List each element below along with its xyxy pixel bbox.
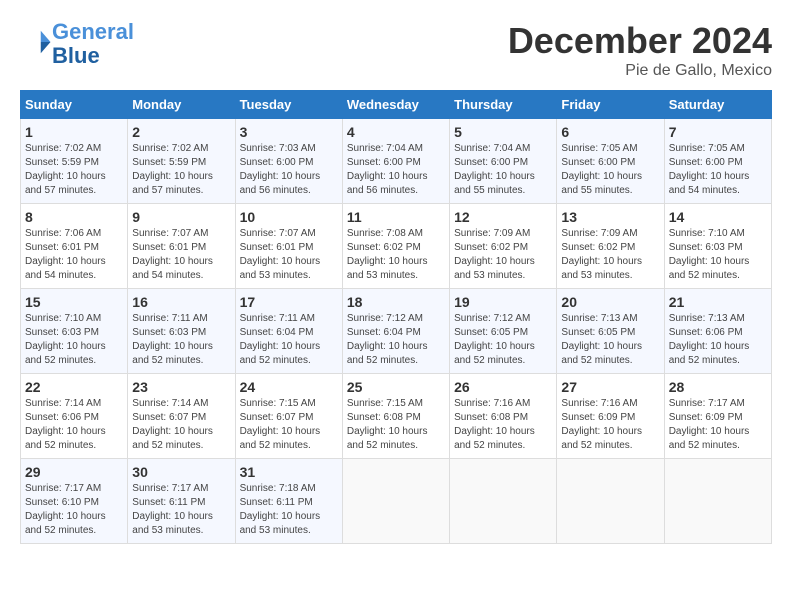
calendar-week-2: 8Sunrise: 7:06 AMSunset: 6:01 PMDaylight… [21,204,772,289]
weekday-header-friday: Friday [557,91,664,119]
calendar-day-14: 14Sunrise: 7:10 AMSunset: 6:03 PMDayligh… [664,204,771,289]
calendar-day-22: 22Sunrise: 7:14 AMSunset: 6:06 PMDayligh… [21,374,128,459]
weekday-header-thursday: Thursday [450,91,557,119]
calendar-day-25: 25Sunrise: 7:15 AMSunset: 6:08 PMDayligh… [342,374,449,459]
calendar-day-13: 13Sunrise: 7:09 AMSunset: 6:02 PMDayligh… [557,204,664,289]
calendar-day-9: 9Sunrise: 7:07 AMSunset: 6:01 PMDaylight… [128,204,235,289]
page-header: GeneralBlue December 2024 Pie de Gallo, … [20,20,772,80]
calendar-body: 1Sunrise: 7:02 AMSunset: 5:59 PMDaylight… [21,119,772,544]
weekday-header-tuesday: Tuesday [235,91,342,119]
calendar-day-27: 27Sunrise: 7:16 AMSunset: 6:09 PMDayligh… [557,374,664,459]
calendar-day-20: 20Sunrise: 7:13 AMSunset: 6:05 PMDayligh… [557,289,664,374]
calendar-header: SundayMondayTuesdayWednesdayThursdayFrid… [21,91,772,119]
calendar-day-23: 23Sunrise: 7:14 AMSunset: 6:07 PMDayligh… [128,374,235,459]
calendar-day-24: 24Sunrise: 7:15 AMSunset: 6:07 PMDayligh… [235,374,342,459]
calendar-day-1: 1Sunrise: 7:02 AMSunset: 5:59 PMDaylight… [21,119,128,204]
calendar-day-5: 5Sunrise: 7:04 AMSunset: 6:00 PMDaylight… [450,119,557,204]
calendar-day-31: 31Sunrise: 7:18 AMSunset: 6:11 PMDayligh… [235,459,342,544]
calendar-day-16: 16Sunrise: 7:11 AMSunset: 6:03 PMDayligh… [128,289,235,374]
calendar-day-8: 8Sunrise: 7:06 AMSunset: 6:01 PMDaylight… [21,204,128,289]
calendar-day-26: 26Sunrise: 7:16 AMSunset: 6:08 PMDayligh… [450,374,557,459]
calendar-day-2: 2Sunrise: 7:02 AMSunset: 5:59 PMDaylight… [128,119,235,204]
weekday-header-row: SundayMondayTuesdayWednesdayThursdayFrid… [21,91,772,119]
logo-text: GeneralBlue [52,20,134,68]
weekday-header-sunday: Sunday [21,91,128,119]
calendar-day-11: 11Sunrise: 7:08 AMSunset: 6:02 PMDayligh… [342,204,449,289]
calendar-empty [450,459,557,544]
location: Pie de Gallo, Mexico [508,62,772,80]
calendar-table: SundayMondayTuesdayWednesdayThursdayFrid… [20,90,772,544]
calendar-empty [664,459,771,544]
calendar-day-18: 18Sunrise: 7:12 AMSunset: 6:04 PMDayligh… [342,289,449,374]
calendar-week-3: 15Sunrise: 7:10 AMSunset: 6:03 PMDayligh… [21,289,772,374]
calendar-day-4: 4Sunrise: 7:04 AMSunset: 6:00 PMDaylight… [342,119,449,204]
calendar-day-17: 17Sunrise: 7:11 AMSunset: 6:04 PMDayligh… [235,289,342,374]
title-section: December 2024 Pie de Gallo, Mexico [508,20,772,80]
calendar-day-29: 29Sunrise: 7:17 AMSunset: 6:10 PMDayligh… [21,459,128,544]
calendar-week-4: 22Sunrise: 7:14 AMSunset: 6:06 PMDayligh… [21,374,772,459]
calendar-day-12: 12Sunrise: 7:09 AMSunset: 6:02 PMDayligh… [450,204,557,289]
calendar-week-1: 1Sunrise: 7:02 AMSunset: 5:59 PMDaylight… [21,119,772,204]
logo: GeneralBlue [20,20,134,68]
calendar-day-28: 28Sunrise: 7:17 AMSunset: 6:09 PMDayligh… [664,374,771,459]
weekday-header-saturday: Saturday [664,91,771,119]
weekday-header-monday: Monday [128,91,235,119]
calendar-day-30: 30Sunrise: 7:17 AMSunset: 6:11 PMDayligh… [128,459,235,544]
calendar-day-6: 6Sunrise: 7:05 AMSunset: 6:00 PMDaylight… [557,119,664,204]
calendar-week-5: 29Sunrise: 7:17 AMSunset: 6:10 PMDayligh… [21,459,772,544]
calendar-day-7: 7Sunrise: 7:05 AMSunset: 6:00 PMDaylight… [664,119,771,204]
weekday-header-wednesday: Wednesday [342,91,449,119]
calendar-day-10: 10Sunrise: 7:07 AMSunset: 6:01 PMDayligh… [235,204,342,289]
logo-icon [22,27,52,57]
calendar-day-15: 15Sunrise: 7:10 AMSunset: 6:03 PMDayligh… [21,289,128,374]
calendar-day-3: 3Sunrise: 7:03 AMSunset: 6:00 PMDaylight… [235,119,342,204]
calendar-day-19: 19Sunrise: 7:12 AMSunset: 6:05 PMDayligh… [450,289,557,374]
month-title: December 2024 [508,20,772,62]
calendar-day-21: 21Sunrise: 7:13 AMSunset: 6:06 PMDayligh… [664,289,771,374]
calendar-empty [342,459,449,544]
calendar-empty [557,459,664,544]
